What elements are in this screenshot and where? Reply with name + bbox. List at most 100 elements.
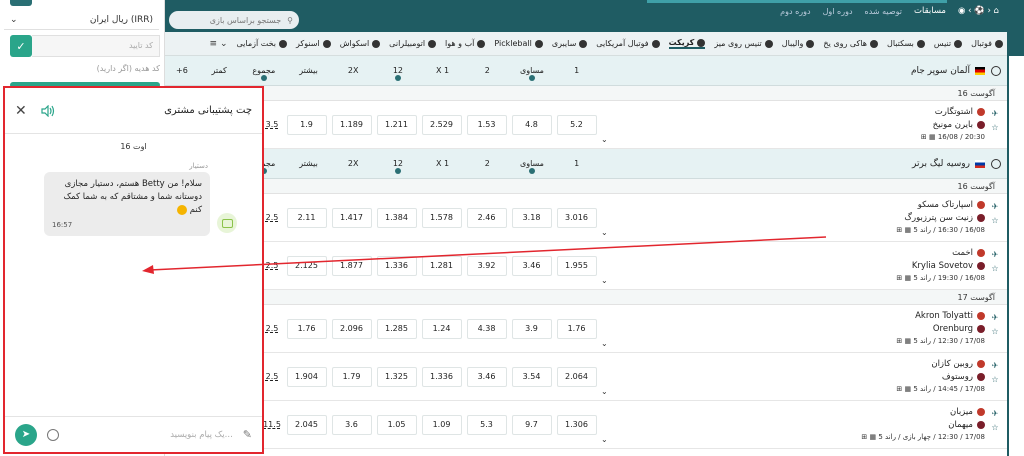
odd-button[interactable]: 2.125 [286,255,327,276]
odd-button[interactable]: 3.9 [511,318,552,339]
search-input[interactable]: جستجو براساس بازی [210,16,281,25]
chevron-down-icon[interactable] [394,75,401,81]
close-icon[interactable]: ✕ [15,103,27,119]
gift-code-label[interactable]: کد هدیه (اگر دارید) [10,64,160,73]
odd-button[interactable]: 1.336 [376,255,417,276]
chevron-down-icon[interactable] [394,168,401,174]
odd-button[interactable]: 1.285 [376,318,417,339]
nav-icons[interactable]: ◉ ‹ ⚽ › ⌂ [958,6,999,16]
send-icon[interactable]: ➤ [15,423,37,446]
tab-round1[interactable]: دوره اول [823,7,853,16]
search-box[interactable]: جستجو براساس بازی ⚲ [169,11,299,29]
stats-icon[interactable]: ▦ ⊞ [896,274,913,282]
odd-button[interactable]: 1.417 [331,207,372,228]
odd-button[interactable]: 2.045 [286,414,327,435]
odd-button[interactable]: 3.46 [466,366,507,387]
tab-sport-14[interactable]: بخت آزمایی [237,39,287,48]
chevron-down-icon[interactable]: ⌄ [601,339,608,348]
chat-input[interactable]: یک پیام بنویسید... [69,430,233,440]
stats-icon[interactable]: ▦ ⊞ [896,226,913,234]
attach-icon[interactable]: ✎ [243,428,252,441]
pin-icon[interactable]: ✈ [989,200,1001,214]
odd-button[interactable]: 3.54 [511,366,552,387]
odd-button[interactable]: 1.384 [376,207,417,228]
chevron-down-icon[interactable] [528,168,535,174]
odd-button[interactable]: 4.8 [511,114,552,135]
odd-button[interactable]: 1.189 [331,114,372,135]
odd-button[interactable]: 3.92 [466,255,507,276]
odd-button[interactable]: 9.7 [511,414,552,435]
tab-sport-6[interactable]: کریکت [668,38,706,49]
chevron-down-icon[interactable]: ⌄ [601,435,608,444]
tab-sport-11[interactable]: اتومبیلرانی [389,39,437,48]
odd-button[interactable]: 1.281 [421,255,462,276]
star-icon[interactable]: ☆ [989,325,1001,339]
odd-button[interactable]: 1.09 [421,414,462,435]
star-icon[interactable]: ☆ [989,262,1001,276]
star-icon[interactable]: ☆ [989,214,1001,228]
chevron-down-icon[interactable]: ⌄ [601,276,608,285]
tab-competitions[interactable]: مسابقات [914,6,946,16]
teams[interactable]: میزبان میهمان 17/08 / 12:30 / چهار بازی / … [765,405,985,441]
tab-sport-5[interactable]: تنیس روی میز [714,39,773,48]
teams[interactable]: اخمت Krylia Sovetov 16/08 / 19:30 / راند 5… [765,246,985,282]
emoji-icon[interactable] [47,428,59,441]
check-icon[interactable]: ✓ [10,35,32,57]
pin-icon[interactable]: ✈ [989,311,1001,325]
odd-button[interactable]: 1.24 [421,318,462,339]
odd-button[interactable]: 1.578 [421,207,462,228]
tab-sport-13[interactable]: اسنوکر [296,39,331,48]
odd-button[interactable]: 1.877 [331,255,372,276]
stats-icon[interactable]: ▦ ⊞ [921,133,938,141]
odd-button[interactable]: 1.76 [556,318,597,339]
chevron-down-icon[interactable]: ⌄ [601,135,608,144]
star-icon[interactable]: ☆ [989,421,1001,435]
pin-icon[interactable]: ✈ [989,107,1001,121]
chevron-down-icon[interactable]: ⌄ [601,228,608,237]
pin-icon[interactable]: ✈ [989,248,1001,262]
tab-recommended[interactable]: توصیه شده [865,7,903,16]
league-name[interactable]: آلمان سوپر جام [911,66,985,76]
tab-sport-3[interactable]: هاکی روی یخ [823,39,879,48]
tab-round2[interactable]: دوره دوم [780,7,810,16]
odd-button[interactable]: 4.38 [466,318,507,339]
league-name[interactable]: روسیه لیگ برتر [912,159,985,169]
star-icon[interactable]: ☆ [989,373,1001,387]
odd-button[interactable]: 3.6 [331,414,372,435]
odd-button[interactable]: 1.904 [286,366,327,387]
menu-icon[interactable]: ≡ ⌄ [210,39,228,49]
stats-icon[interactable]: ▦ ⊞ [896,337,913,345]
pin-icon[interactable]: ✈ [989,407,1001,421]
tab-sport-0[interactable]: فوتبال [971,39,1003,48]
star-icon[interactable]: ☆ [989,121,1001,135]
odd-button[interactable]: 2.529 [421,114,462,135]
chevron-down-icon[interactable] [260,75,267,81]
odd-button[interactable]: 1.211 [376,114,417,135]
tab-sport-1[interactable]: تنیس [934,39,963,48]
tab-sport-4[interactable]: والیبال [782,39,815,48]
tab-sport-2[interactable]: بسکتبال [887,39,925,48]
odd-button[interactable]: 3.18 [511,207,552,228]
speaker-icon[interactable] [41,104,55,117]
odd-button[interactable]: 1.955 [556,255,597,276]
currency-select[interactable]: ⌄ ریال ایران (IRR) [4,10,159,30]
odd-button[interactable]: 1.306 [556,414,597,435]
odd-button[interactable]: 2.096 [331,318,372,339]
odd-button[interactable]: 5.3 [466,414,507,435]
tab-sport-7[interactable]: فوتبال آمریکایی [596,39,660,48]
odd-button[interactable]: 1.336 [421,366,462,387]
tab-sport-9[interactable]: Pickleball [494,39,543,48]
top-tab[interactable] [10,0,32,6]
odd-button[interactable]: 1.05 [376,414,417,435]
tab-sport-8[interactable]: سایبری [552,39,588,48]
teams[interactable]: اشتوتگارت بایرن مونیخ 20:30 / 16/08 ▦ ⊞ [765,105,985,141]
odd-button[interactable]: 5.2 [556,114,597,135]
tab-sport-12[interactable]: اسکواش [340,39,381,48]
odd-button[interactable]: 2.064 [556,366,597,387]
league-header[interactable]: 1 مساوی 2 X 1 12 2X بیشتر مجموع کمتر +6 آلمان سوپر… [165,56,1007,86]
odd-button[interactable]: 1.9 [286,114,327,135]
stats-icon[interactable]: ▦ ⊞ [896,385,913,393]
teams[interactable]: اسپارتاک مسکو زنیت سن پترزبورگ 16/08 / 16:… [765,198,985,234]
pin-icon[interactable]: ✈ [989,359,1001,373]
odd-button[interactable]: 2.11 [286,207,327,228]
